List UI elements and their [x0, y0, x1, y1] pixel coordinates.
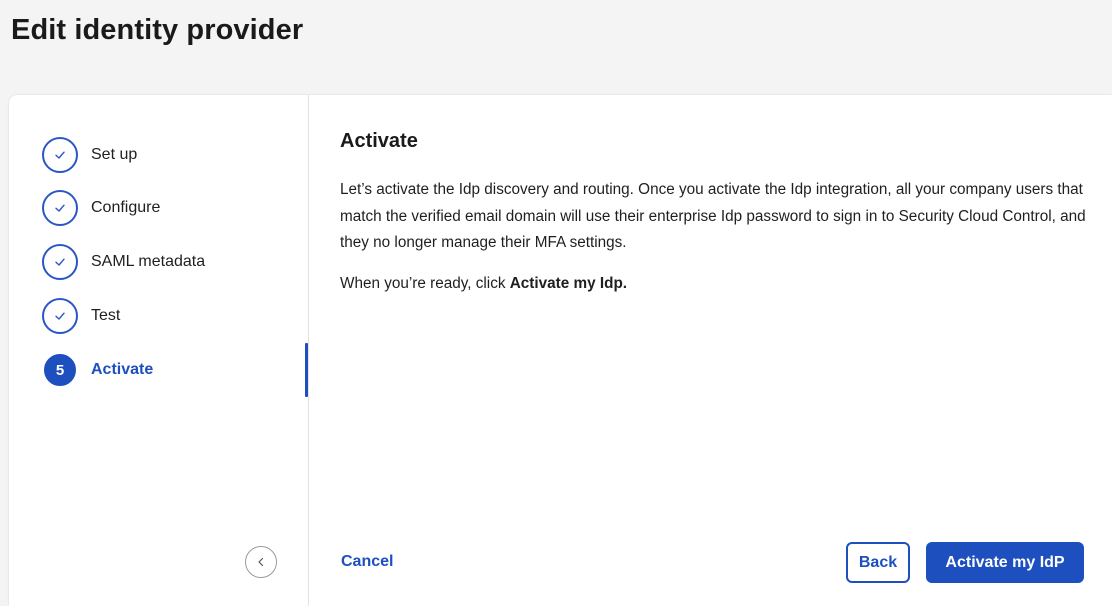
- step-content: Activate Let’s activate the Idp discover…: [340, 95, 1090, 606]
- step-saml-metadata[interactable]: SAML metadata: [42, 244, 205, 280]
- ready-action-text: Activate my Idp.: [509, 275, 628, 292]
- section-title: Activate: [340, 130, 418, 152]
- step-number-badge: 5: [44, 354, 76, 386]
- step-label: SAML metadata: [91, 253, 206, 270]
- back-button[interactable]: Back: [846, 542, 910, 583]
- step-set-up[interactable]: Set up: [42, 137, 137, 173]
- step-label: Activate: [91, 361, 154, 378]
- chevron-left-icon: [258, 557, 264, 567]
- cancel-button[interactable]: Cancel: [341, 553, 393, 571]
- step-configure[interactable]: Configure: [42, 190, 160, 226]
- active-step-indicator: [305, 343, 308, 397]
- step-label: Test: [91, 307, 121, 324]
- description-text: Let’s activate the Idp discovery and rou…: [340, 181, 1086, 251]
- page-title: Edit identity provider: [11, 14, 304, 46]
- ready-instruction: When you’re ready, click Activate my Idp…: [340, 271, 627, 297]
- ready-prefix-text: When you’re ready, click: [340, 275, 510, 292]
- collapse-sidebar-button[interactable]: [245, 546, 277, 578]
- check-icon: [42, 137, 78, 173]
- step-label: Set up: [91, 146, 138, 163]
- check-icon: [42, 190, 78, 226]
- step-label: Configure: [91, 199, 161, 216]
- activate-my-idp-button[interactable]: Activate my IdP: [926, 542, 1084, 583]
- wizard-card: Set up Configure SAML metadata Test 5 Ac…: [9, 95, 1112, 606]
- check-icon: [42, 244, 78, 280]
- stepper-sidebar: Set up Configure SAML metadata Test 5 Ac…: [9, 95, 309, 606]
- step-activate[interactable]: 5 Activate: [42, 352, 153, 388]
- check-icon: [42, 298, 78, 334]
- step-test[interactable]: Test: [42, 298, 120, 334]
